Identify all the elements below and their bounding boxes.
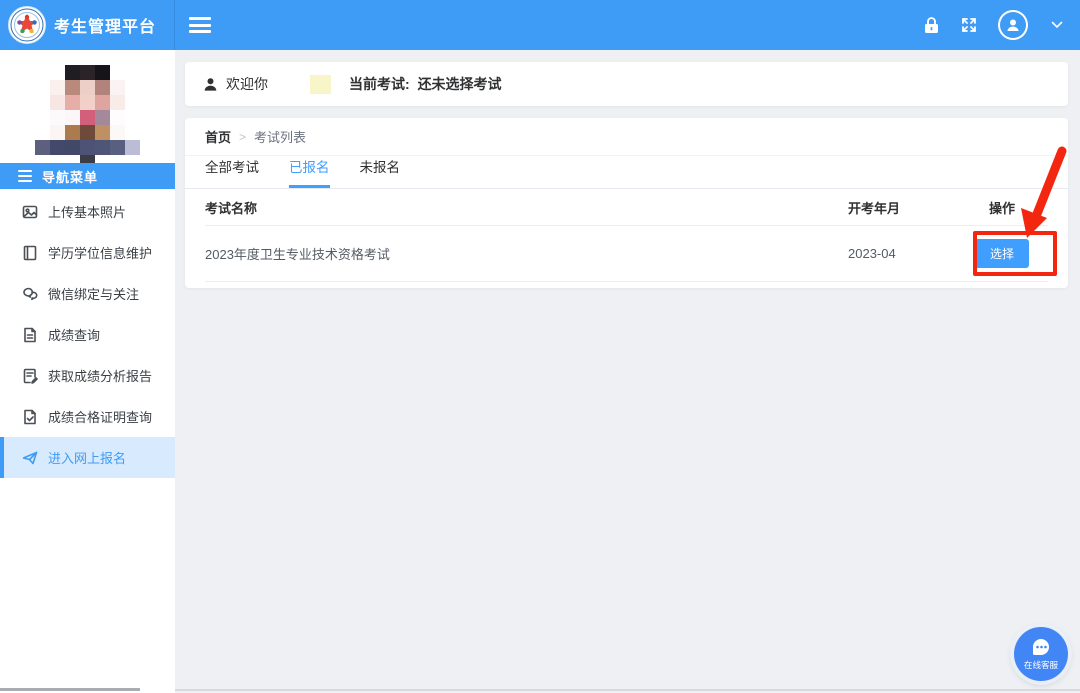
sidebar-item-score-report[interactable]: 获取成绩分析报告 <box>0 355 175 396</box>
sidebar-item-label: 成绩查询 <box>48 325 100 344</box>
breadcrumb: 首页 > 考试列表 <box>185 118 1068 156</box>
redacted-username-highlight <box>310 75 331 94</box>
breadcrumb-separator: > <box>239 130 246 144</box>
online-support-button[interactable]: 在线客服 <box>1014 627 1068 681</box>
sidebar: 导航菜单 上传基本照片 学历学位信息维护 微信绑定与关注 成绩查询 获取成绩分析… <box>0 50 175 693</box>
current-exam-label: 当前考试: <box>349 76 410 92</box>
tab-all-exams[interactable]: 全部考试 <box>205 156 259 188</box>
exam-tabs: 全部考试 已报名 未报名 <box>185 156 1068 189</box>
exam-list-card: 首页 > 考试列表 全部考试 已报名 未报名 考试名称 开考年月 操作 2023… <box>185 118 1068 288</box>
hamburger-icon[interactable] <box>189 17 211 33</box>
chat-bubble-icon <box>1031 637 1051 657</box>
sidebar-item-online-registration[interactable]: 进入网上报名 <box>0 437 175 478</box>
chevron-down-icon[interactable] <box>1048 16 1066 34</box>
column-header-exam-date: 开考年月 <box>806 198 956 217</box>
current-exam-value: 还未选择考试 <box>418 76 502 92</box>
table-row: 2023年度卫生专业技术资格考试 2023-04 选择 <box>205 226 1048 282</box>
wechat-icon <box>22 286 38 302</box>
document-icon <box>22 327 38 343</box>
fullscreen-icon[interactable] <box>960 16 978 34</box>
photo-icon <box>22 204 38 220</box>
lock-icon[interactable] <box>922 16 940 34</box>
column-header-exam-name: 考试名称 <box>205 198 806 217</box>
table-header-row: 考试名称 开考年月 操作 <box>205 189 1048 226</box>
topbar-right <box>922 10 1066 40</box>
sidebar-item-label: 上传基本照片 <box>48 202 126 221</box>
sidebar-item-label: 获取成绩分析报告 <box>48 366 152 385</box>
sidebar-item-label: 成绩合格证明查询 <box>48 407 152 426</box>
topbar <box>175 0 1080 50</box>
sidebar-item-label: 微信绑定与关注 <box>48 284 139 303</box>
breadcrumb-current: 考试列表 <box>254 127 306 146</box>
sidebar-item-score-query[interactable]: 成绩查询 <box>0 314 175 355</box>
sidebar-item-label: 进入网上报名 <box>48 448 126 467</box>
sidebar-item-upload-photo[interactable]: 上传基本照片 <box>0 191 175 232</box>
tab-registered[interactable]: 已报名 <box>289 156 330 188</box>
page: 考生管理平台 <box>0 0 1080 693</box>
current-exam-status: 当前考试: 还未选择考试 <box>349 74 502 94</box>
header: 考生管理平台 <box>0 0 1080 50</box>
user-photo-redacted <box>35 65 140 163</box>
exam-name-cell: 2023年度卫生专业技术资格考试 <box>205 244 806 263</box>
sidebar-menu: 上传基本照片 学历学位信息维护 微信绑定与关注 成绩查询 获取成绩分析报告 成绩… <box>0 189 175 478</box>
breadcrumb-home[interactable]: 首页 <box>205 127 231 146</box>
horizontal-scrollbar-thumb[interactable] <box>0 688 140 691</box>
column-header-action: 操作 <box>956 198 1048 217</box>
tab-not-registered[interactable]: 未报名 <box>360 156 401 188</box>
sidebar-item-education-info[interactable]: 学历学位信息维护 <box>0 232 175 273</box>
sidebar-item-pass-certificate[interactable]: 成绩合格证明查询 <box>0 396 175 437</box>
welcome-bar: 欢迎你 当前考试: 还未选择考试 <box>185 62 1068 106</box>
nav-menu-header: 导航菜单 <box>0 163 175 189</box>
select-button[interactable]: 选择 <box>975 239 1029 268</box>
send-icon <box>22 450 38 466</box>
main-content: 欢迎你 当前考试: 还未选择考试 首页 > 考试列表 全部考试 已报名 未报名 … <box>175 50 1080 693</box>
certificate-icon <box>22 409 38 425</box>
list-icon <box>18 170 32 182</box>
person-icon <box>203 77 218 92</box>
report-icon <box>22 368 38 384</box>
exam-table: 考试名称 开考年月 操作 2023年度卫生专业技术资格考试 2023-04 选择 <box>185 189 1068 282</box>
app-title: 考生管理平台 <box>54 13 156 37</box>
horizontal-scrollbar-track <box>175 689 1080 691</box>
nav-menu-title: 导航菜单 <box>42 167 98 186</box>
welcome-greeting: 欢迎你 <box>226 74 268 94</box>
action-cell: 选择 <box>956 239 1048 268</box>
sidebar-item-wechat-binding[interactable]: 微信绑定与关注 <box>0 273 175 314</box>
avatar-icon[interactable] <box>998 10 1028 40</box>
brand: 考生管理平台 <box>0 0 175 50</box>
sidebar-item-label: 学历学位信息维护 <box>48 243 152 262</box>
book-icon <box>22 245 38 261</box>
online-support-label: 在线客服 <box>1024 658 1058 670</box>
exam-date-cell: 2023-04 <box>806 246 956 261</box>
emblem-star-logo <box>8 6 46 44</box>
